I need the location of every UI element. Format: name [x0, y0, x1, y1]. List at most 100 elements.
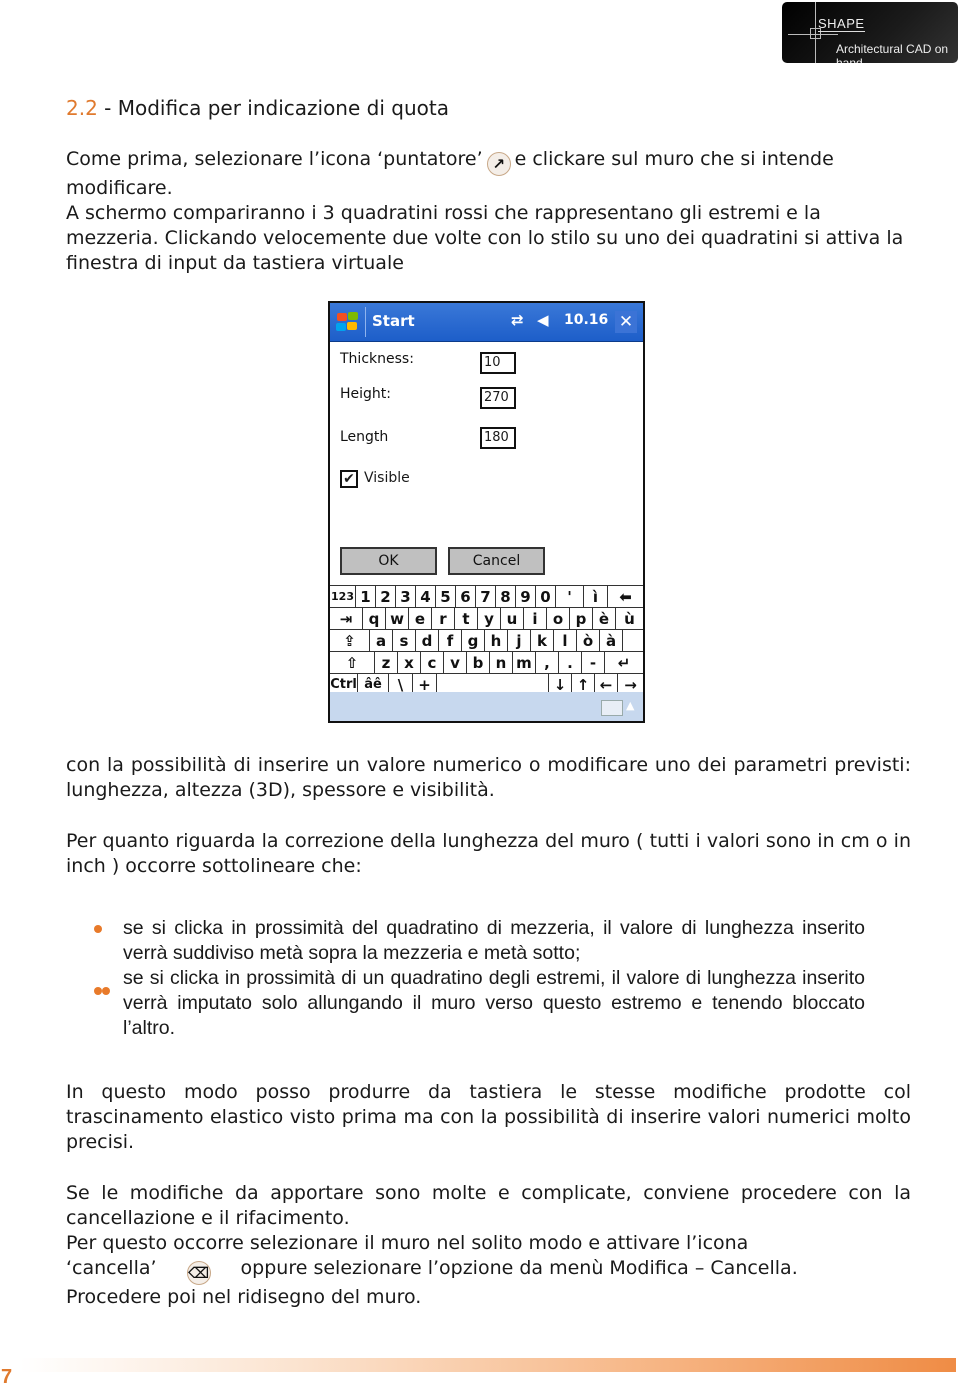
- delete-text-5: Procedere poi nel ridisegno del muro.: [66, 1286, 422, 1308]
- key[interactable]: 2: [376, 586, 396, 607]
- length-label: Length: [340, 429, 389, 445]
- sip-arrow-icon[interactable]: ▲: [626, 699, 634, 712]
- device-screenshot: Start ⇄ ◀ 10.16 ✕ Thickness: 10 Height: …: [328, 301, 645, 723]
- paragraph-intro: Come prima, selezionare l’icona ‘puntato…: [66, 147, 911, 276]
- section-number: 2.2: [66, 96, 98, 120]
- bullet-1: se si clicka in prossimità del quadratin…: [123, 917, 865, 964]
- key[interactable]: ù: [616, 608, 643, 629]
- key[interactable]: x: [398, 652, 421, 673]
- key[interactable]: p: [570, 608, 593, 629]
- cancel-button[interactable]: Cancel: [448, 547, 545, 575]
- key[interactable]: u: [501, 608, 524, 629]
- key[interactable]: -: [582, 652, 605, 673]
- thickness-input[interactable]: 10: [480, 352, 516, 374]
- delete-text-1: Se le modifiche da apportare sono molte …: [66, 1182, 911, 1229]
- footer-gradient-bar: [20, 1358, 956, 1372]
- close-icon[interactable]: ✕: [615, 311, 637, 333]
- key[interactable]: r: [432, 608, 455, 629]
- key[interactable]: z: [375, 652, 398, 673]
- key[interactable]: m: [513, 652, 536, 673]
- section-title: - Modifica per indicazione di quota: [97, 96, 449, 120]
- keyboard-icon[interactable]: [601, 700, 623, 716]
- delete-text-4: oppure selezionare l’opzione da menù Mod…: [240, 1257, 798, 1279]
- keyboard-row-3: ⇪ a s d f g h j k l ò à: [330, 630, 643, 652]
- key[interactable]: 8: [496, 586, 516, 607]
- key[interactable]: .: [559, 652, 582, 673]
- windows-start-icon[interactable]: [336, 312, 360, 332]
- shape-logo: SHAPE Architectural CAD on hand: [782, 2, 958, 63]
- logo-name: SHAPE: [818, 16, 865, 32]
- taskbar: Start ⇄ ◀ 10.16 ✕: [330, 303, 643, 342]
- intro-text-3: A schermo compariranno i 3 quadratini ro…: [66, 202, 904, 274]
- key[interactable]: 9: [516, 586, 536, 607]
- key[interactable]: j: [508, 630, 531, 651]
- tab-key[interactable]: ⇥: [330, 608, 363, 629]
- delete-text-2: Per questo occorre selezionare il muro n…: [66, 1232, 749, 1254]
- paragraph-length: Per quanto riguarda la correzione della …: [66, 830, 911, 877]
- paragraph-keyboard: In questo modo posso produrre da tastier…: [66, 1081, 911, 1153]
- key[interactable]: 4: [416, 586, 436, 607]
- key[interactable]: f: [439, 630, 462, 651]
- key[interactable]: à: [600, 630, 623, 651]
- caps-lock-key[interactable]: ⇪: [330, 630, 370, 651]
- length-input[interactable]: 180: [480, 427, 516, 449]
- key[interactable]: s: [393, 630, 416, 651]
- keyboard-row-2: ⇥ q w e r t y u i o p è ù: [330, 608, 643, 630]
- bullet-dot-icon: [102, 987, 110, 995]
- key[interactable]: ì: [584, 586, 608, 607]
- key[interactable]: ': [556, 586, 584, 607]
- page-number: 7: [1, 1366, 13, 1388]
- height-input[interactable]: 270: [480, 387, 516, 409]
- key[interactable]: 6: [456, 586, 476, 607]
- key[interactable]: è: [593, 608, 616, 629]
- thickness-label: Thickness:: [340, 351, 414, 367]
- key[interactable]: 7: [476, 586, 496, 607]
- key[interactable]: q: [363, 608, 386, 629]
- logo-tagline: Architectural CAD on hand: [836, 42, 949, 63]
- key[interactable]: 123: [330, 586, 356, 607]
- key[interactable]: l: [554, 630, 577, 651]
- virtual-keyboard: 123 1 2 3 4 5 6 7 8 9 0 ' ì ⬅ ⇥ q w e r …: [330, 585, 643, 696]
- volume-icon[interactable]: ◀: [537, 311, 549, 329]
- visible-label: Visible: [364, 470, 410, 486]
- key[interactable]: ,: [536, 652, 559, 673]
- key[interactable]: ò: [577, 630, 600, 651]
- key[interactable]: 0: [536, 586, 556, 607]
- key[interactable]: n: [490, 652, 513, 673]
- key[interactable]: w: [386, 608, 409, 629]
- key[interactable]: 5: [436, 586, 456, 607]
- start-button[interactable]: Start: [372, 312, 415, 330]
- key[interactable]: y: [478, 608, 501, 629]
- bullet-2: se si clicka in prossimità di un quadrat…: [123, 967, 865, 1039]
- key[interactable]: 1: [356, 586, 376, 607]
- key[interactable]: b: [467, 652, 490, 673]
- key[interactable]: o: [547, 608, 570, 629]
- clock[interactable]: 10.16: [564, 312, 608, 328]
- bullet-text: se si clicka in prossimità del quadratin…: [123, 916, 865, 1041]
- key[interactable]: h: [485, 630, 508, 651]
- connectivity-icon[interactable]: ⇄: [511, 311, 524, 329]
- key[interactable]: k: [531, 630, 554, 651]
- height-label: Height:: [340, 386, 391, 402]
- key[interactable]: e: [409, 608, 432, 629]
- intro-text-1: Come prima, selezionare l’icona ‘puntato…: [66, 148, 483, 170]
- key[interactable]: c: [421, 652, 444, 673]
- key[interactable]: g: [462, 630, 485, 651]
- shift-key[interactable]: ⇧: [330, 652, 375, 673]
- key[interactable]: d: [416, 630, 439, 651]
- bullet-dot-icon: [94, 925, 102, 933]
- key[interactable]: a: [370, 630, 393, 651]
- visible-checkbox[interactable]: ✔: [340, 470, 358, 488]
- key[interactable]: i: [524, 608, 547, 629]
- backspace-key[interactable]: ⬅: [608, 586, 643, 607]
- taskbar-separator: [365, 307, 366, 337]
- keyboard-row-4: ⇧ z x c v b n m , . - ↵: [330, 652, 643, 674]
- eraser-icon: ⌫: [186, 1261, 211, 1285]
- paragraph-delete: Se le modifiche da apportare sono molte …: [66, 1181, 911, 1310]
- key[interactable]: v: [444, 652, 467, 673]
- key[interactable]: 3: [396, 586, 416, 607]
- keyboard-row-1: 123 1 2 3 4 5 6 7 8 9 0 ' ì ⬅: [330, 585, 643, 608]
- key[interactable]: t: [455, 608, 478, 629]
- ok-button[interactable]: OK: [340, 547, 437, 575]
- enter-key[interactable]: ↵: [605, 652, 643, 673]
